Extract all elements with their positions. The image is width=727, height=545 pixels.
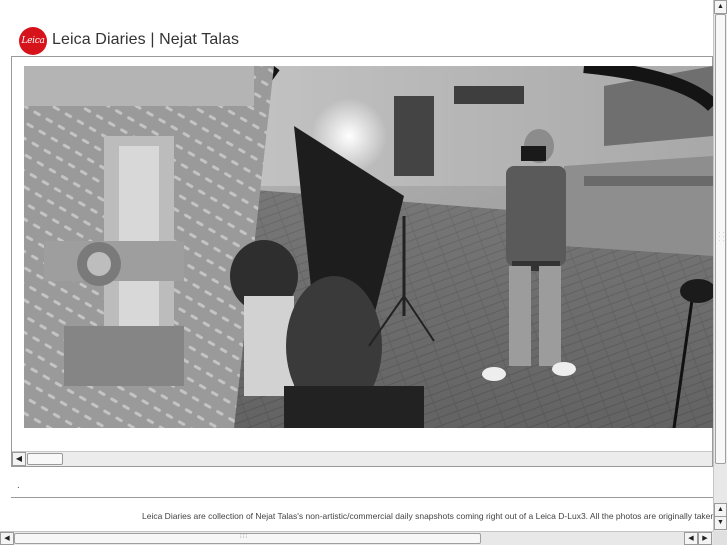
- vertical-scroll-thumb[interactable]: · · · · · ·: [715, 14, 726, 464]
- window-horizontal-scrollbar[interactable]: ◀ ⁞⁞⁞ ◀ ▶: [0, 531, 713, 545]
- horizontal-scroll-thumb[interactable]: ⁞⁞⁞: [14, 533, 481, 544]
- window-vertical-scrollbar[interactable]: ▲ · · · · · · ▲ ▼: [713, 0, 727, 531]
- site-title[interactable]: Leica Diaries | Nejat Talas: [52, 31, 239, 49]
- scroll-left-button-window[interactable]: ◀: [0, 532, 14, 545]
- scroll-down-button[interactable]: ▼: [714, 516, 727, 530]
- leica-logo[interactable]: Leica: [19, 27, 47, 55]
- footer-divider: [11, 497, 713, 498]
- grip-icon: · · · · · ·: [718, 230, 725, 244]
- photo-horizontal-scrollbar[interactable]: ◀: [12, 451, 712, 466]
- featured-photo[interactable]: [24, 66, 713, 428]
- separator-dot: .: [17, 480, 20, 491]
- scroll-right-button[interactable]: ▶: [698, 532, 712, 545]
- site-description: Leica Diaries are collection of Nejat Ta…: [142, 511, 713, 521]
- scroll-up-button[interactable]: ▲: [714, 0, 727, 14]
- scroll-left-button[interactable]: ◀: [12, 452, 26, 466]
- grip-icon-horizontal: ⁞⁞⁞: [240, 534, 249, 540]
- scroll-up-button-lower[interactable]: ▲: [714, 503, 727, 517]
- page-header: Leica Leica Diaries | Nejat Talas: [0, 0, 713, 58]
- scroll-left-button-end[interactable]: ◀: [684, 532, 698, 545]
- scroll-thumb[interactable]: [27, 453, 63, 465]
- scrollbar-corner: [713, 531, 727, 545]
- photo-image: [24, 66, 713, 428]
